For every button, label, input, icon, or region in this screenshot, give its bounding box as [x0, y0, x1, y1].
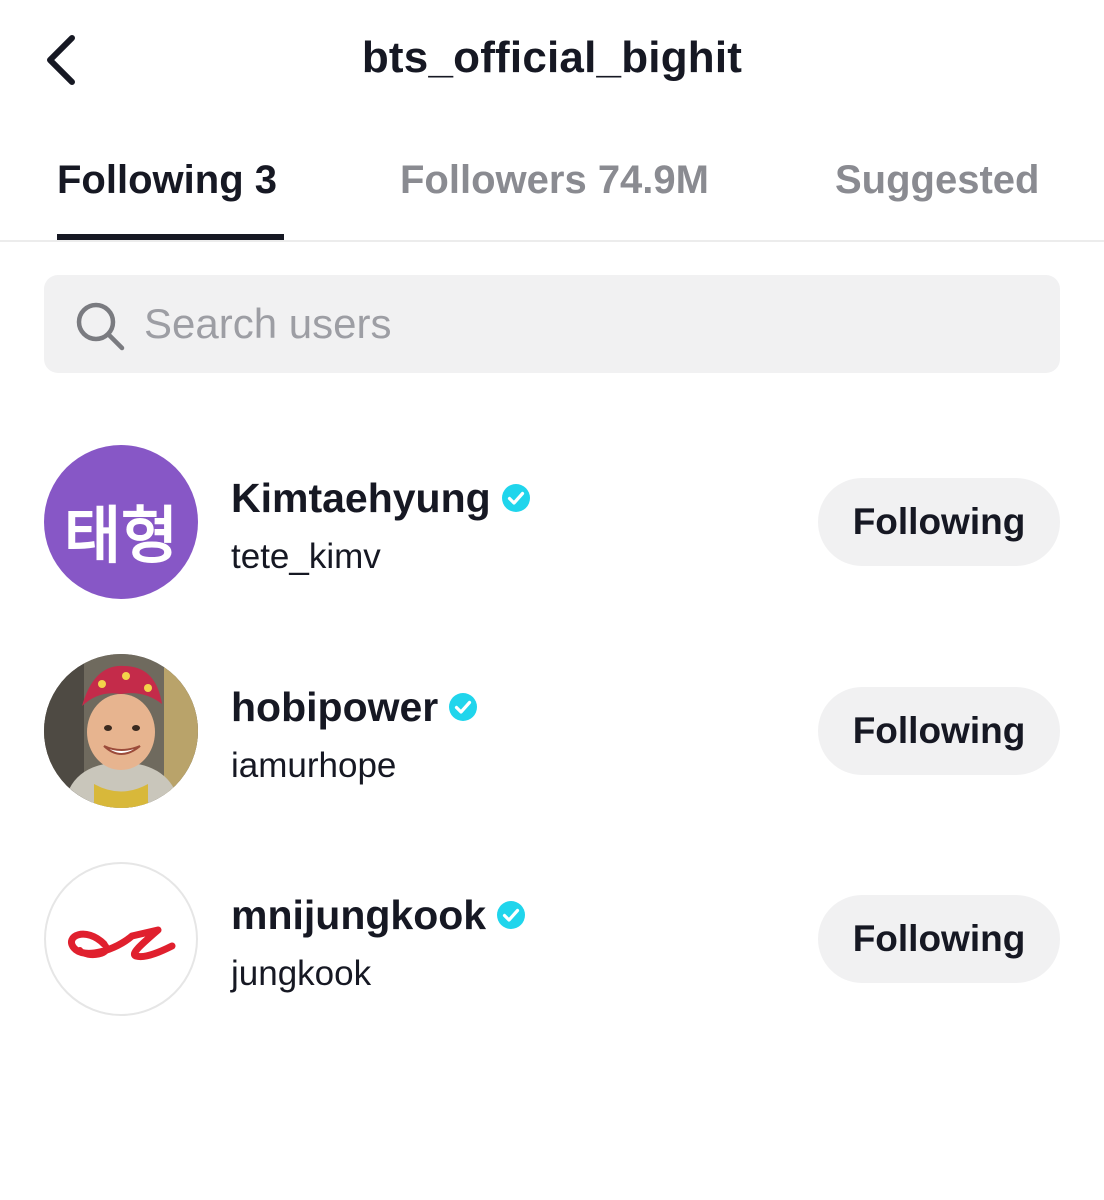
list-item[interactable]: mnijungkook jungkook Following	[0, 862, 1104, 1022]
user-name[interactable]: hobipower	[231, 684, 438, 731]
tab-bar: Following 3 Followers 74.9M Suggested	[0, 120, 1104, 242]
search-input[interactable]	[144, 275, 1024, 373]
user-name-line: Kimtaehyung	[231, 473, 531, 523]
following-button[interactable]: Following	[818, 478, 1060, 566]
list-item[interactable]: 태형 Kimtaehyung tete_kimv Following	[0, 445, 1104, 605]
list-item[interactable]: hobipower iamurhope Following	[0, 654, 1104, 814]
verified-badge-icon	[501, 484, 530, 512]
search-icon	[76, 302, 125, 351]
avatar[interactable]	[44, 862, 198, 1016]
user-name[interactable]: mnijungkook	[231, 892, 486, 939]
tab-followers[interactable]: Followers 74.9M	[400, 158, 709, 203]
user-handle: tete_kimv	[231, 537, 381, 576]
user-name[interactable]: Kimtaehyung	[231, 475, 491, 522]
user-name-line: hobipower	[231, 682, 478, 732]
user-handle: jungkook	[231, 954, 372, 993]
verified-badge-icon	[449, 693, 478, 721]
active-tab-indicator	[57, 234, 284, 240]
user-name-line: mnijungkook	[231, 890, 526, 940]
user-handle: iamurhope	[231, 746, 397, 785]
tab-suggested[interactable]: Suggested	[835, 158, 1039, 203]
following-button[interactable]: Following	[818, 895, 1060, 983]
profile-photo-icon	[44, 654, 198, 808]
avatar[interactable]	[44, 654, 198, 808]
verified-badge-icon	[497, 901, 526, 929]
page-title: bts_official_bighit	[361, 33, 743, 82]
search-bar[interactable]	[44, 275, 1060, 373]
following-button[interactable]: Following	[818, 687, 1060, 775]
red-logo-icon	[68, 926, 176, 961]
avatar-text: 태형	[63, 499, 179, 572]
tab-following[interactable]: Following 3	[57, 158, 277, 203]
header: bts_official_bighit	[0, 0, 1104, 120]
avatar[interactable]: 태형	[44, 445, 198, 599]
